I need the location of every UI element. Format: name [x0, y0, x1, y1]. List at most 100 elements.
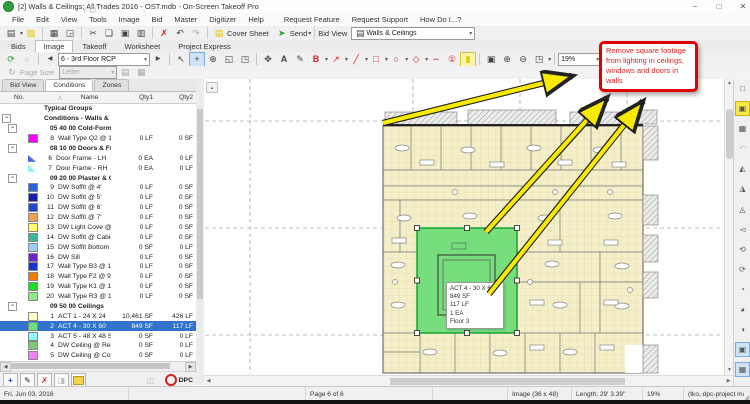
condition-row[interactable]: − 05 40 00 Cold-Formed Metal Framing	[0, 124, 196, 134]
send-caret-icon[interactable]: ▾	[308, 30, 311, 37]
send-button[interactable]: Send	[290, 29, 308, 38]
menu-item[interactable]: File	[6, 15, 30, 24]
print-button[interactable]: ▦	[46, 26, 62, 41]
zoom-out-button[interactable]: ⊖	[515, 52, 531, 67]
folder-button[interactable]	[71, 373, 86, 387]
menu-item[interactable]: Edit	[30, 15, 55, 24]
zoom-tool-button[interactable]: ⊕	[205, 52, 221, 67]
redo-button[interactable]: ↷	[188, 26, 204, 41]
crosshair-tool-button[interactable]: +	[189, 52, 205, 67]
menu-item[interactable]: Master	[168, 15, 203, 24]
expander-icon[interactable]: −	[2, 114, 11, 123]
minimize-button[interactable]: −	[684, 0, 706, 13]
rectangle-annotation-button[interactable]: □	[368, 52, 384, 67]
previous-page-button[interactable]: ◀	[42, 52, 58, 67]
menu-item[interactable]: Image	[113, 15, 146, 24]
scroll-left-icon[interactable]: ◀	[204, 377, 213, 386]
condition-row[interactable]: 12 DW Soffit @ 7' 0 LF 0 SF	[0, 213, 196, 223]
column-name[interactable]: Name	[68, 94, 111, 101]
ellipse-annotation-button[interactable]: ○	[388, 52, 404, 67]
scroll-right-icon[interactable]: ▶	[185, 362, 196, 372]
expander-icon[interactable]: −	[8, 174, 17, 183]
pencil-annotation-button[interactable]: ✎	[292, 52, 308, 67]
sort-icon[interactable]: △	[58, 95, 68, 101]
condition-row[interactable]: 13 DW Light Cove @ Restro... 0 LF 0 SF	[0, 223, 196, 233]
delete-condition-button[interactable]: ✗	[37, 373, 52, 387]
column-qty1[interactable]: Qty1	[111, 94, 153, 101]
find-condition-button[interactable]: ◨	[54, 373, 69, 387]
cover-sheet-button[interactable]: Cover Sheet	[227, 29, 269, 38]
menu-item[interactable]: Request Feature	[278, 15, 346, 24]
zoom-fit-button[interactable]: ▣	[483, 52, 499, 67]
canvas-scroll-up-button[interactable]: ▲	[206, 82, 218, 93]
zoom-caret-icon[interactable]: ▾	[548, 56, 551, 63]
expander-icon[interactable]: −	[8, 144, 17, 153]
condition-row[interactable]: 10 DW Soffit @ 5' 0 LF 0 SF	[0, 193, 196, 203]
highlighter-button[interactable]: ▮	[460, 52, 476, 67]
condition-row[interactable]: − 09 50 00 Ceilings	[0, 302, 196, 312]
image-tool-button[interactable]: ◮	[735, 181, 750, 196]
new-document-button[interactable]: ▤	[3, 26, 19, 41]
close-button[interactable]: ✕	[732, 0, 750, 13]
condition-row[interactable]: Typical Groups	[0, 104, 196, 114]
view-tab[interactable]: Takeoff	[73, 40, 115, 53]
condition-row[interactable]: 18 Wall Type F2 @ 9' 0 LF 0 SF	[0, 272, 196, 282]
image-tool-button[interactable]: ⟳	[735, 262, 750, 277]
canvas-hscroll-thumb[interactable]	[390, 378, 625, 385]
condition-row[interactable]: 6 Door Frame - LH 0 EA 0 LF	[0, 153, 196, 163]
column-qty2[interactable]: Qty2	[153, 94, 196, 101]
image-tool-button[interactable]: □	[735, 81, 750, 96]
panel-scroll-thumb[interactable]	[10, 363, 170, 369]
panel-tab[interactable]: Conditions	[45, 79, 93, 91]
menu-item[interactable]: View	[55, 15, 83, 24]
image-tool-button[interactable]: ◅	[735, 222, 750, 237]
condition-row[interactable]: 20 Wall Type R3 @ 13' 0 LF 0 SF	[0, 292, 196, 302]
bid-view-select[interactable]: ▤ Walls & Ceilings ▾	[351, 27, 475, 40]
menu-item[interactable]: Help	[242, 15, 269, 24]
page-selector[interactable]: 6 - 3rd Floor RCP ▾	[58, 53, 150, 66]
image-tool-button[interactable]: ◕	[735, 302, 750, 317]
annotation-note[interactable]: Remove square footage from lighting in c…	[599, 41, 698, 92]
column-no[interactable]: No.	[0, 94, 58, 101]
image-tool-button[interactable]: ◬	[735, 202, 750, 217]
zoom-area-button[interactable]: ◳	[237, 52, 253, 67]
condition-row[interactable]: 19 Wall Type K1 @ 10' 0 LF 0 SF	[0, 282, 196, 292]
zoom-in-button[interactable]: ⊕	[499, 52, 515, 67]
text-annotation-button[interactable]: A	[276, 52, 292, 67]
image-tool-button[interactable]: ⟲	[735, 242, 750, 257]
zoom-select-button[interactable]: ◳	[531, 52, 547, 67]
image-tool-button[interactable]: ▣	[735, 101, 750, 116]
pointer-tool-button[interactable]: ↖	[173, 52, 189, 67]
zoom-level-select[interactable]: 19% ▾	[558, 53, 602, 66]
condition-row[interactable]: 17 Wall Type B3 @ 13' 0 LF 0 SF	[0, 262, 196, 272]
panel-tab[interactable]: Bid View	[2, 79, 44, 91]
cut-button[interactable]: ✂	[85, 26, 101, 41]
polygon-annotation-button[interactable]: ◇	[408, 52, 424, 67]
expander-icon[interactable]: −	[8, 124, 17, 133]
image-tool-button[interactable]: ▣	[735, 342, 750, 357]
image-tool-button[interactable]: ▦	[735, 362, 750, 377]
arrow-annotation-button[interactable]: ↗	[328, 52, 344, 67]
panel-horizontal-scrollbar[interactable]: ◀ ▶	[0, 361, 196, 371]
image-tool-button[interactable]: ↶	[735, 141, 750, 156]
condition-row[interactable]: 1 ACT 1 - 24 X 24 10,461 SF 426 LF	[0, 311, 196, 321]
delete-button[interactable]: ✗	[156, 26, 172, 41]
panel-vertical-scroll-thumb[interactable]	[197, 109, 203, 299]
number-annotation-button[interactable]: ①	[444, 52, 460, 67]
copy-button[interactable]: ❏	[101, 26, 117, 41]
paste-special-button[interactable]: ▥	[133, 26, 149, 41]
condition-row[interactable]: 11 DW Soffit @ 6' 0 LF 0 SF	[0, 203, 196, 213]
next-page-button[interactable]: ▶	[150, 52, 166, 67]
zoom-page-button[interactable]: ◱	[221, 52, 237, 67]
edit-condition-button[interactable]: ✎	[20, 373, 35, 387]
move-annotation-button[interactable]: ✥	[260, 52, 276, 67]
condition-row[interactable]: 9 DW Soffit @ 4' 0 LF 0 SF	[0, 183, 196, 193]
menu-item[interactable]: Bid	[146, 15, 169, 24]
undo-button[interactable]: ↶	[172, 26, 188, 41]
menu-item[interactable]: Request Support	[346, 15, 414, 24]
menu-item[interactable]: Digitizer	[203, 15, 242, 24]
condition-row[interactable]: 7 Door Frame - RH 0 EA 0 LF	[0, 163, 196, 173]
bold-annotation-button[interactable]: B	[308, 52, 324, 67]
condition-row[interactable]: − 08 10 00 Doors & Frames	[0, 144, 196, 154]
expander-icon[interactable]: −	[8, 302, 17, 311]
